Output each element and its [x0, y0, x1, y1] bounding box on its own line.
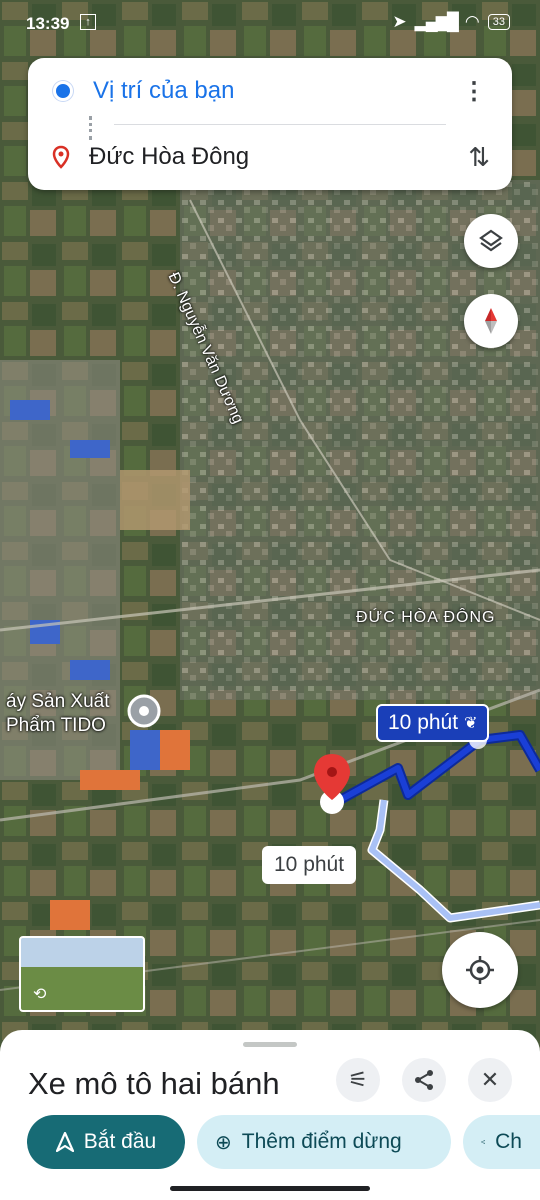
share-route-button[interactable] [402, 1058, 446, 1102]
navigate-icon [55, 1132, 74, 1152]
start-label: Bắt đầu [83, 1130, 157, 1153]
start-button[interactable]: Bắt đầu [27, 1115, 185, 1169]
street-view-icon: ⟲ [33, 986, 47, 1003]
destination-row[interactable]: Đức Hòa Đông [28, 132, 512, 182]
origin-field[interactable]: Vị trí của bạn [93, 77, 234, 105]
battery-indicator: 33 [487, 14, 510, 30]
compass-button[interactable] [464, 294, 518, 348]
share-icon [415, 1070, 433, 1090]
location-arrow-icon: ➤ [392, 12, 407, 31]
alt-route-time-chip[interactable]: 10 phút [262, 846, 357, 884]
recenter-icon [466, 956, 494, 984]
add-stop-label: Thêm điểm dừng [241, 1130, 402, 1153]
status-time: 13:39 [26, 14, 70, 33]
primary-route-time: 10 phút [388, 711, 459, 734]
poi-marker-icon[interactable] [127, 694, 161, 728]
eco-leaf-icon: ❦ [464, 715, 478, 732]
close-icon: ✕ [480, 1067, 500, 1092]
home-indicator[interactable] [170, 1186, 370, 1191]
divider [114, 124, 446, 125]
close-button[interactable]: ✕ [468, 1058, 512, 1102]
options-button[interactable]: ⚟ [336, 1058, 380, 1102]
travel-mode-title: Xe mô tô hai bánh [28, 1066, 280, 1101]
layers-button[interactable] [464, 214, 518, 268]
primary-route-time-chip[interactable]: 10 phút ❦ [376, 704, 490, 742]
poi-label[interactable]: áy Sản Xuất Phẩm TIDO [6, 690, 110, 738]
destination-field[interactable]: Đức Hòa Đông [89, 143, 249, 171]
add-stop-button[interactable]: ⊕ Thêm điểm dừng [197, 1115, 451, 1169]
poi-label-line2: Phẩm TIDO [6, 715, 106, 736]
options-icon: ⚟ [348, 1067, 368, 1092]
layers-icon [479, 229, 503, 252]
share-label: Ch [495, 1130, 522, 1153]
compass-icon [485, 308, 497, 334]
more-options-icon[interactable]: ⋮ [462, 80, 486, 104]
share-button[interactable]: Ch [463, 1115, 540, 1169]
share-pill-icon [481, 1140, 485, 1144]
destination-pin-small-icon [52, 145, 70, 169]
status-bar: 13:39 ↑ ➤ ▂▄▆█ ◠ 33 [0, 0, 540, 50]
drag-handle[interactable] [243, 1042, 297, 1047]
poi-label-line1: áy Sản Xuất [6, 691, 110, 712]
area-label: ĐỨC HÒA ĐÔNG [356, 609, 496, 626]
recenter-button[interactable] [442, 932, 518, 1008]
origin-dot-icon [53, 81, 73, 101]
add-stop-icon: ⊕ [215, 1131, 232, 1154]
origin-row[interactable]: Vị trí của bạn [28, 66, 512, 116]
swap-icon[interactable]: ⇅ [468, 142, 490, 173]
alt-route-time: 10 phút [274, 853, 345, 876]
street-view-thumbnail[interactable]: ⟲ [19, 936, 145, 1012]
upload-icon: ↑ [80, 14, 96, 30]
route-card: Vị trí của bạn Đức Hòa Đông ⋮ ⇅ [28, 58, 512, 190]
bottom-sheet[interactable]: Xe mô tô hai bánh ⚟ ✕ Bắt đầu ⊕ Thêm điể… [0, 1030, 540, 1200]
signal-icon: ▂▄▆█ [414, 12, 459, 31]
wifi-icon: ◠ [464, 12, 480, 31]
